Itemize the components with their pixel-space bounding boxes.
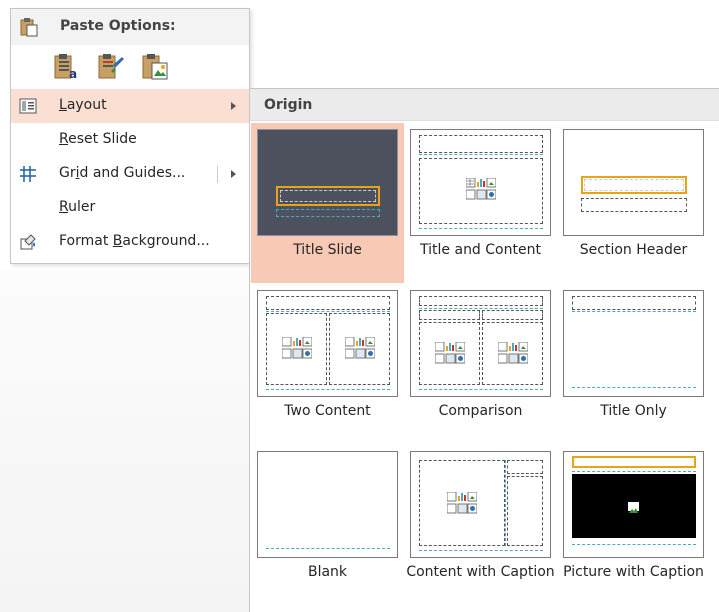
title-underline	[419, 308, 543, 309]
layout-label: Blank	[307, 564, 348, 580]
footer-line	[572, 387, 696, 388]
menu-item-grid-and-guides[interactable]: Grid and Guides...	[11, 157, 249, 191]
caption-line	[572, 544, 696, 545]
title-inner-placeholder	[280, 190, 376, 202]
gallery-section-header: Origin	[250, 89, 719, 121]
layout-thumbnail	[563, 451, 704, 558]
picture-icon	[142, 54, 168, 80]
menu-item-label: Format Background...	[59, 233, 210, 249]
divider-line	[505, 460, 506, 546]
text-placeholder	[581, 198, 687, 212]
layout-label: Picture with Caption	[563, 564, 704, 580]
title-placeholder	[419, 296, 543, 306]
keep-source-formatting-icon	[98, 54, 124, 79]
caption-text-placeholder	[507, 476, 543, 546]
split-divider	[217, 166, 218, 183]
layout-label: Title and Content	[420, 242, 541, 258]
menu-item-format-background[interactable]: Format Background...	[11, 225, 249, 259]
layout-icon	[19, 97, 37, 119]
footer-line	[419, 389, 543, 390]
picture-icon	[628, 502, 639, 513]
caption-title-placeholder	[507, 460, 543, 474]
layout-thumbnail	[563, 290, 704, 397]
paste-use-destination-theme-button[interactable]: a	[51, 51, 83, 83]
submenu-arrow-icon	[231, 102, 236, 110]
paste-options-label: Paste Options:	[60, 18, 176, 34]
layout-title-only[interactable]: Title Only	[557, 284, 710, 444]
layout-thumbnail	[257, 290, 398, 397]
grid-icon	[19, 165, 37, 187]
layout-blank[interactable]: Blank	[251, 445, 404, 605]
layout-two-content[interactable]: Two Content	[251, 284, 404, 444]
submenu-arrow-icon[interactable]	[231, 170, 236, 178]
layout-section-header[interactable]: Section Header	[557, 123, 710, 283]
content-insert-icon	[466, 178, 496, 200]
layout-comparison[interactable]: Comparison	[404, 284, 557, 444]
footer-line	[266, 548, 390, 549]
footer-line	[266, 389, 390, 390]
menu-item-layout[interactable]: Layout	[11, 89, 249, 123]
content-insert-icon	[447, 492, 477, 514]
layout-label: Section Header	[579, 242, 688, 258]
title-placeholder	[572, 296, 696, 310]
footer-line	[419, 550, 543, 551]
use-destination-theme-icon: a	[54, 54, 77, 81]
layout-thumbnail	[563, 129, 704, 236]
svg-text:a: a	[69, 67, 77, 81]
menu-item-ruler[interactable]: Ruler	[11, 191, 249, 225]
layout-label: Two Content	[284, 403, 371, 419]
menu-item-label: Reset Slide	[59, 131, 137, 147]
menu-item-reset-slide[interactable]: Reset Slide	[11, 123, 249, 157]
title-underline	[572, 311, 696, 312]
layout-content-with-caption[interactable]: Content with Caption	[404, 445, 557, 605]
content-insert-icon	[498, 342, 528, 364]
layout-label: Title Only	[600, 403, 667, 419]
layout-thumbnail	[257, 129, 398, 236]
footer-line	[419, 228, 543, 229]
title-underline	[266, 311, 390, 312]
menu-item-label: Ruler	[59, 199, 96, 215]
layout-thumbnail	[257, 451, 398, 558]
content-insert-icon	[345, 337, 375, 359]
menu-item-label: Layout	[59, 97, 107, 113]
content-insert-icon	[435, 342, 465, 364]
subtitle-placeholder	[276, 209, 380, 217]
menu-item-label: Grid and Guides...	[59, 165, 186, 181]
title-placeholder	[572, 456, 696, 468]
title-underline	[572, 471, 696, 472]
paste-keep-source-formatting-button[interactable]	[95, 51, 127, 83]
format-background-icon	[19, 233, 37, 255]
powerpoint-canvas: { "context_menu": { "paste_header": "Pas…	[0, 0, 719, 612]
title-inner-placeholder	[584, 179, 684, 191]
context-menu: Paste Options: a Layout Reset Slide Grid…	[10, 8, 250, 264]
title-placeholder	[266, 296, 390, 310]
clipboard-icon	[20, 17, 38, 41]
slide-background	[0, 270, 250, 612]
layout-thumbnail	[410, 290, 551, 397]
paste-picture-button[interactable]	[139, 51, 171, 83]
layout-title-slide[interactable]: Title Slide	[251, 123, 404, 283]
layout-gallery: Origin Title Slide Title and Content Sec…	[249, 88, 719, 612]
layout-label: Title Slide	[293, 242, 362, 258]
layout-title-and-content[interactable]: Title and Content	[404, 123, 557, 283]
paste-options-header: Paste Options:	[11, 9, 249, 45]
layout-thumbnail	[410, 129, 551, 236]
left-heading-placeholder	[419, 310, 480, 320]
right-heading-placeholder	[482, 310, 543, 320]
title-underline	[419, 154, 543, 155]
theme-name-label: Origin	[264, 97, 313, 113]
layout-label: Content with Caption	[406, 564, 555, 580]
layout-thumbnail	[410, 451, 551, 558]
title-placeholder	[419, 135, 543, 153]
content-insert-icon	[282, 337, 312, 359]
layout-picture-with-caption[interactable]: Picture with Caption	[557, 445, 710, 605]
layout-label: Comparison	[438, 403, 523, 419]
